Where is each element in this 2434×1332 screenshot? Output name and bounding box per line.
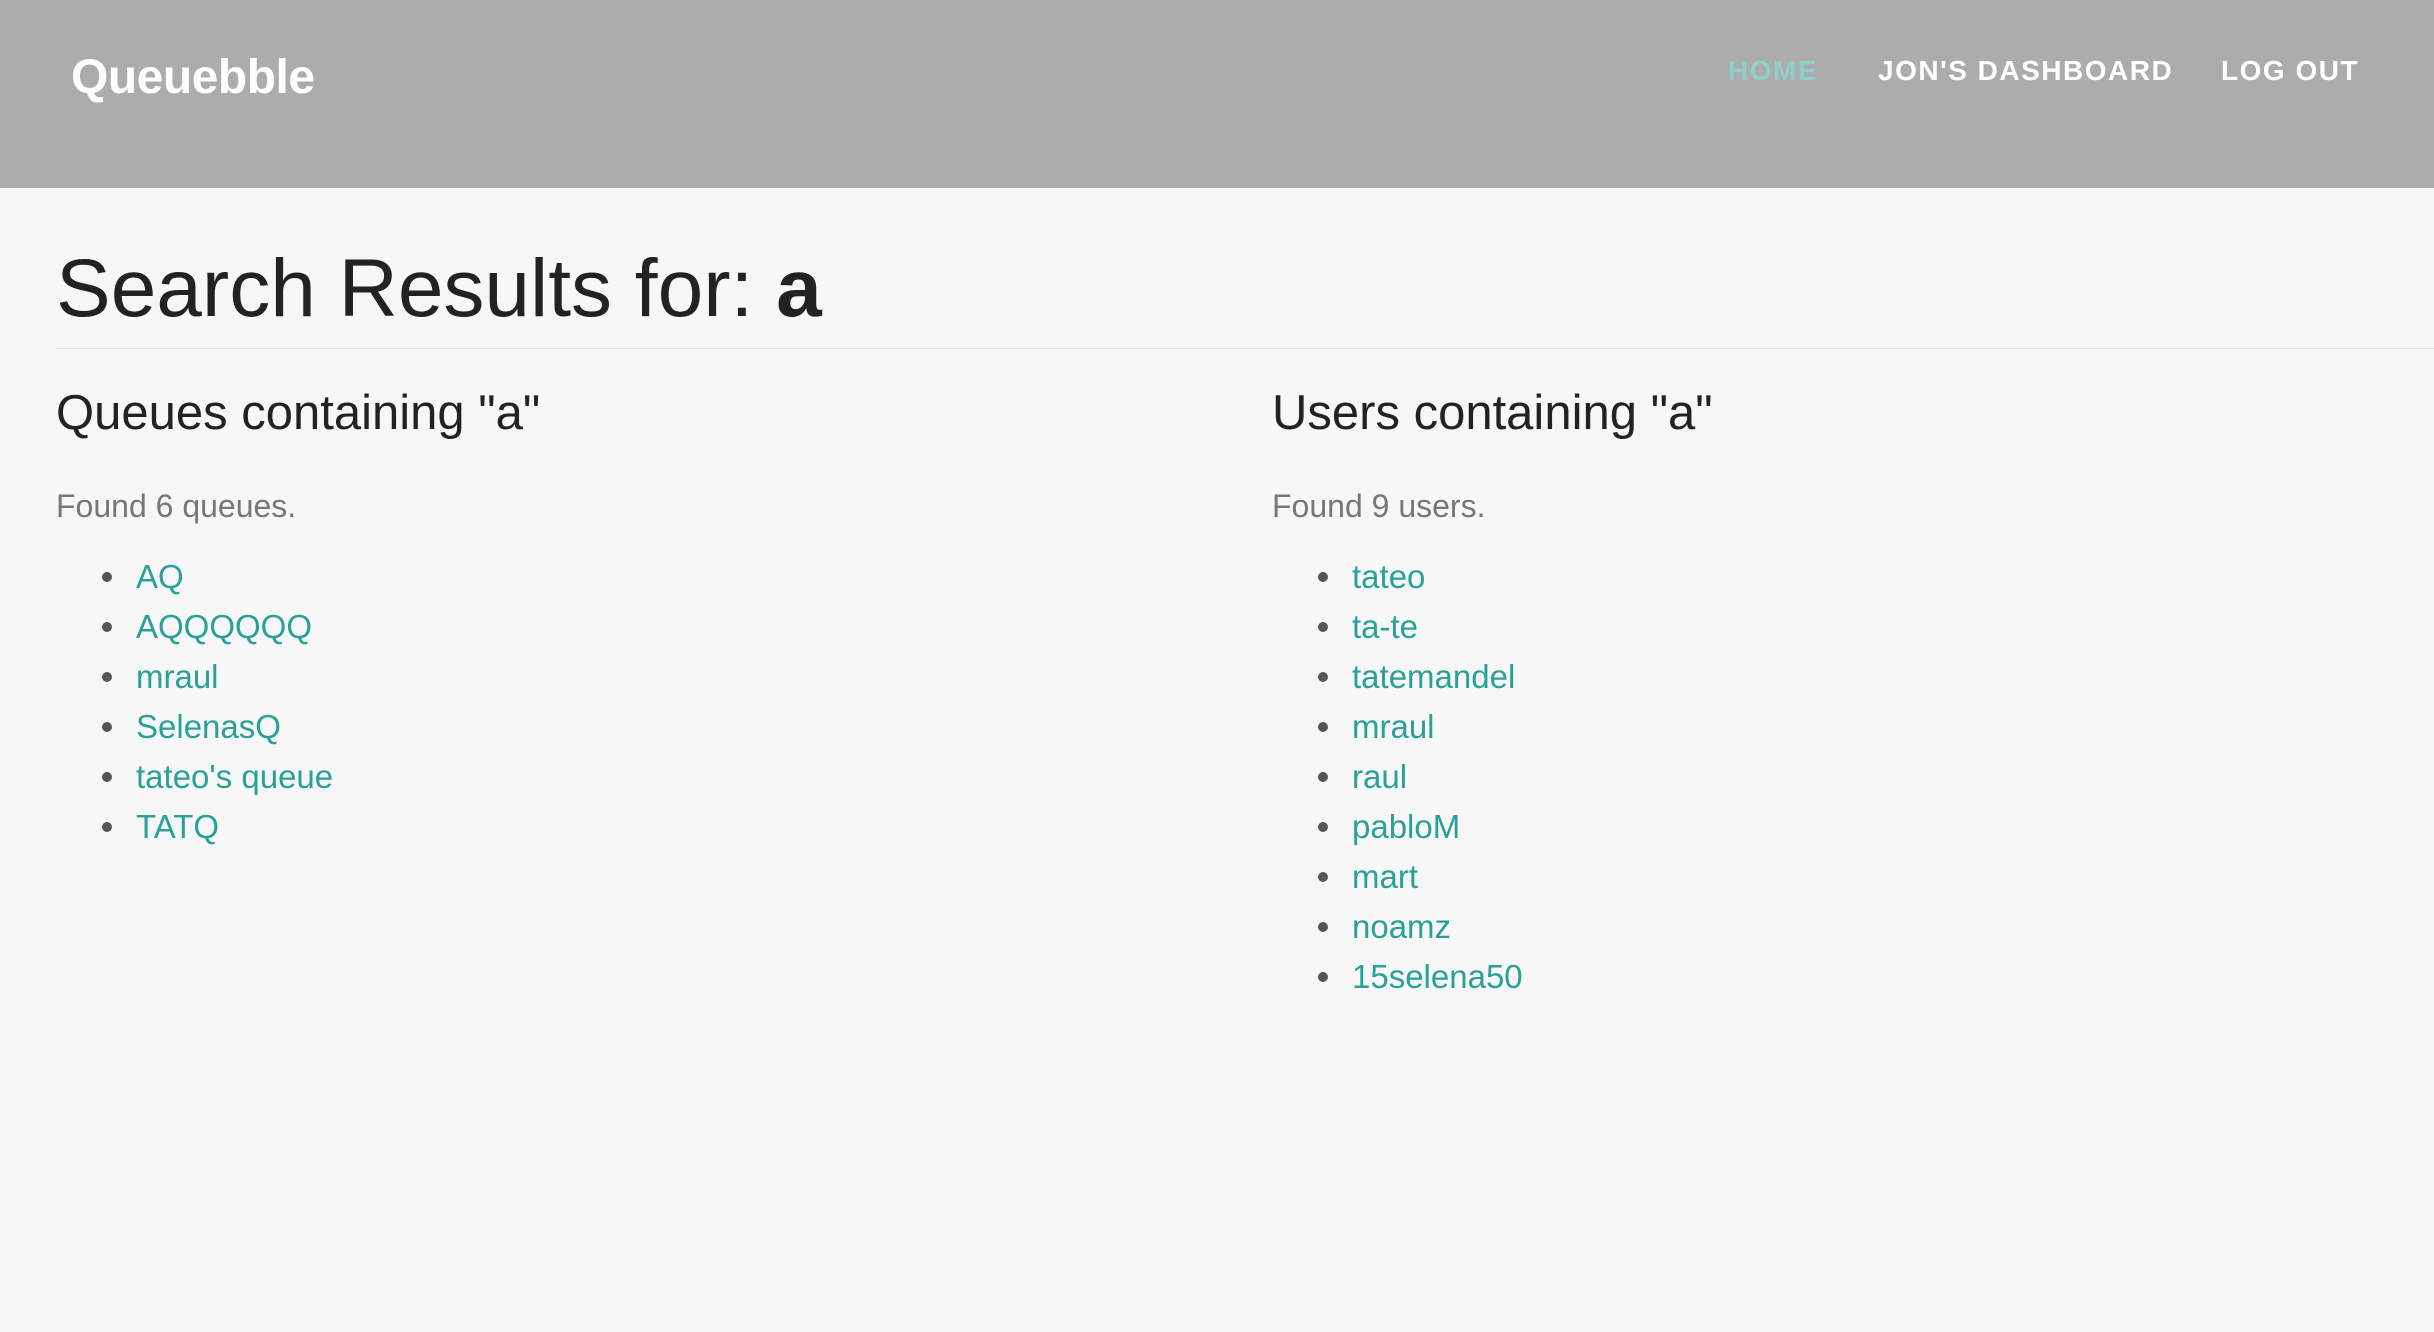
page-title-prefix: Search Results for: bbox=[56, 243, 777, 334]
bullet-icon bbox=[1318, 972, 1328, 982]
nav-logout-link[interactable]: LOG OUT bbox=[2221, 55, 2359, 87]
title-divider bbox=[56, 348, 2434, 349]
list-item: raul bbox=[1318, 752, 1523, 802]
bullet-icon bbox=[1318, 822, 1328, 832]
users-section: Users containing "a" Found 9 users. tate… bbox=[1272, 384, 1713, 995]
queue-link[interactable]: SelenasQ bbox=[136, 708, 281, 745]
list-item: TATQ bbox=[102, 802, 333, 852]
bullet-icon bbox=[102, 572, 112, 582]
bullet-icon bbox=[1318, 622, 1328, 632]
list-item: mraul bbox=[102, 652, 333, 702]
user-link[interactable]: raul bbox=[1352, 758, 1407, 795]
queue-link[interactable]: AQQQQQQ bbox=[136, 608, 312, 645]
bullet-icon bbox=[1318, 772, 1328, 782]
bullet-icon bbox=[102, 622, 112, 632]
users-heading: Users containing "a" bbox=[1272, 386, 1713, 440]
queues-found-count: Found 6 queues. bbox=[56, 488, 297, 524]
users-found-count: Found 9 users. bbox=[1272, 488, 1486, 524]
user-link[interactable]: tateo bbox=[1352, 558, 1425, 595]
list-item: 15selena50 bbox=[1318, 952, 1523, 1002]
list-item: ta-te bbox=[1318, 602, 1523, 652]
bullet-icon bbox=[1318, 922, 1328, 932]
page-title: Search Results for: a bbox=[56, 248, 822, 330]
queue-link[interactable]: AQ bbox=[136, 558, 184, 595]
list-item: AQQQQQQ bbox=[102, 602, 333, 652]
list-item: SelenasQ bbox=[102, 702, 333, 752]
bullet-icon bbox=[1318, 872, 1328, 882]
bullet-icon bbox=[1318, 572, 1328, 582]
user-link[interactable]: mart bbox=[1352, 858, 1418, 895]
user-link[interactable]: mraul bbox=[1352, 708, 1435, 745]
user-link[interactable]: tatemandel bbox=[1352, 658, 1515, 695]
list-item: mraul bbox=[1318, 702, 1523, 752]
nav-home-link[interactable]: HOME bbox=[1728, 55, 1818, 87]
queues-section: Queues containing "a" Found 6 queues. AQ… bbox=[56, 384, 541, 845]
bullet-icon bbox=[102, 672, 112, 682]
bullet-icon bbox=[102, 822, 112, 832]
users-list: tateo ta-te tatemandel mraul raul pabloM… bbox=[1272, 552, 1523, 1002]
list-item: tatemandel bbox=[1318, 652, 1523, 702]
queue-link[interactable]: tateo's queue bbox=[136, 758, 333, 795]
brand-logo[interactable]: Queuebble bbox=[71, 50, 315, 105]
bullet-icon bbox=[102, 772, 112, 782]
user-link[interactable]: 15selena50 bbox=[1352, 958, 1523, 995]
list-item: mart bbox=[1318, 852, 1523, 902]
nav-dashboard-link[interactable]: JON'S DASHBOARD bbox=[1878, 55, 2173, 87]
queues-list: AQ AQQQQQQ mraul SelenasQ tateo's queue … bbox=[56, 552, 333, 852]
list-item: pabloM bbox=[1318, 802, 1523, 852]
top-navbar: Queuebble HOME JON'S DASHBOARD LOG OUT bbox=[0, 0, 2434, 188]
user-link[interactable]: noamz bbox=[1352, 908, 1451, 945]
queue-link[interactable]: mraul bbox=[136, 658, 219, 695]
bullet-icon bbox=[1318, 722, 1328, 732]
bullet-icon bbox=[1318, 672, 1328, 682]
queue-link[interactable]: TATQ bbox=[136, 808, 219, 845]
search-query: a bbox=[776, 243, 822, 334]
user-link[interactable]: pabloM bbox=[1352, 808, 1460, 845]
bullet-icon bbox=[102, 722, 112, 732]
user-link[interactable]: ta-te bbox=[1352, 608, 1418, 645]
list-item: tateo bbox=[1318, 552, 1523, 602]
list-item: tateo's queue bbox=[102, 752, 333, 802]
list-item: noamz bbox=[1318, 902, 1523, 952]
list-item: AQ bbox=[102, 552, 333, 602]
queues-heading: Queues containing "a" bbox=[56, 386, 541, 440]
